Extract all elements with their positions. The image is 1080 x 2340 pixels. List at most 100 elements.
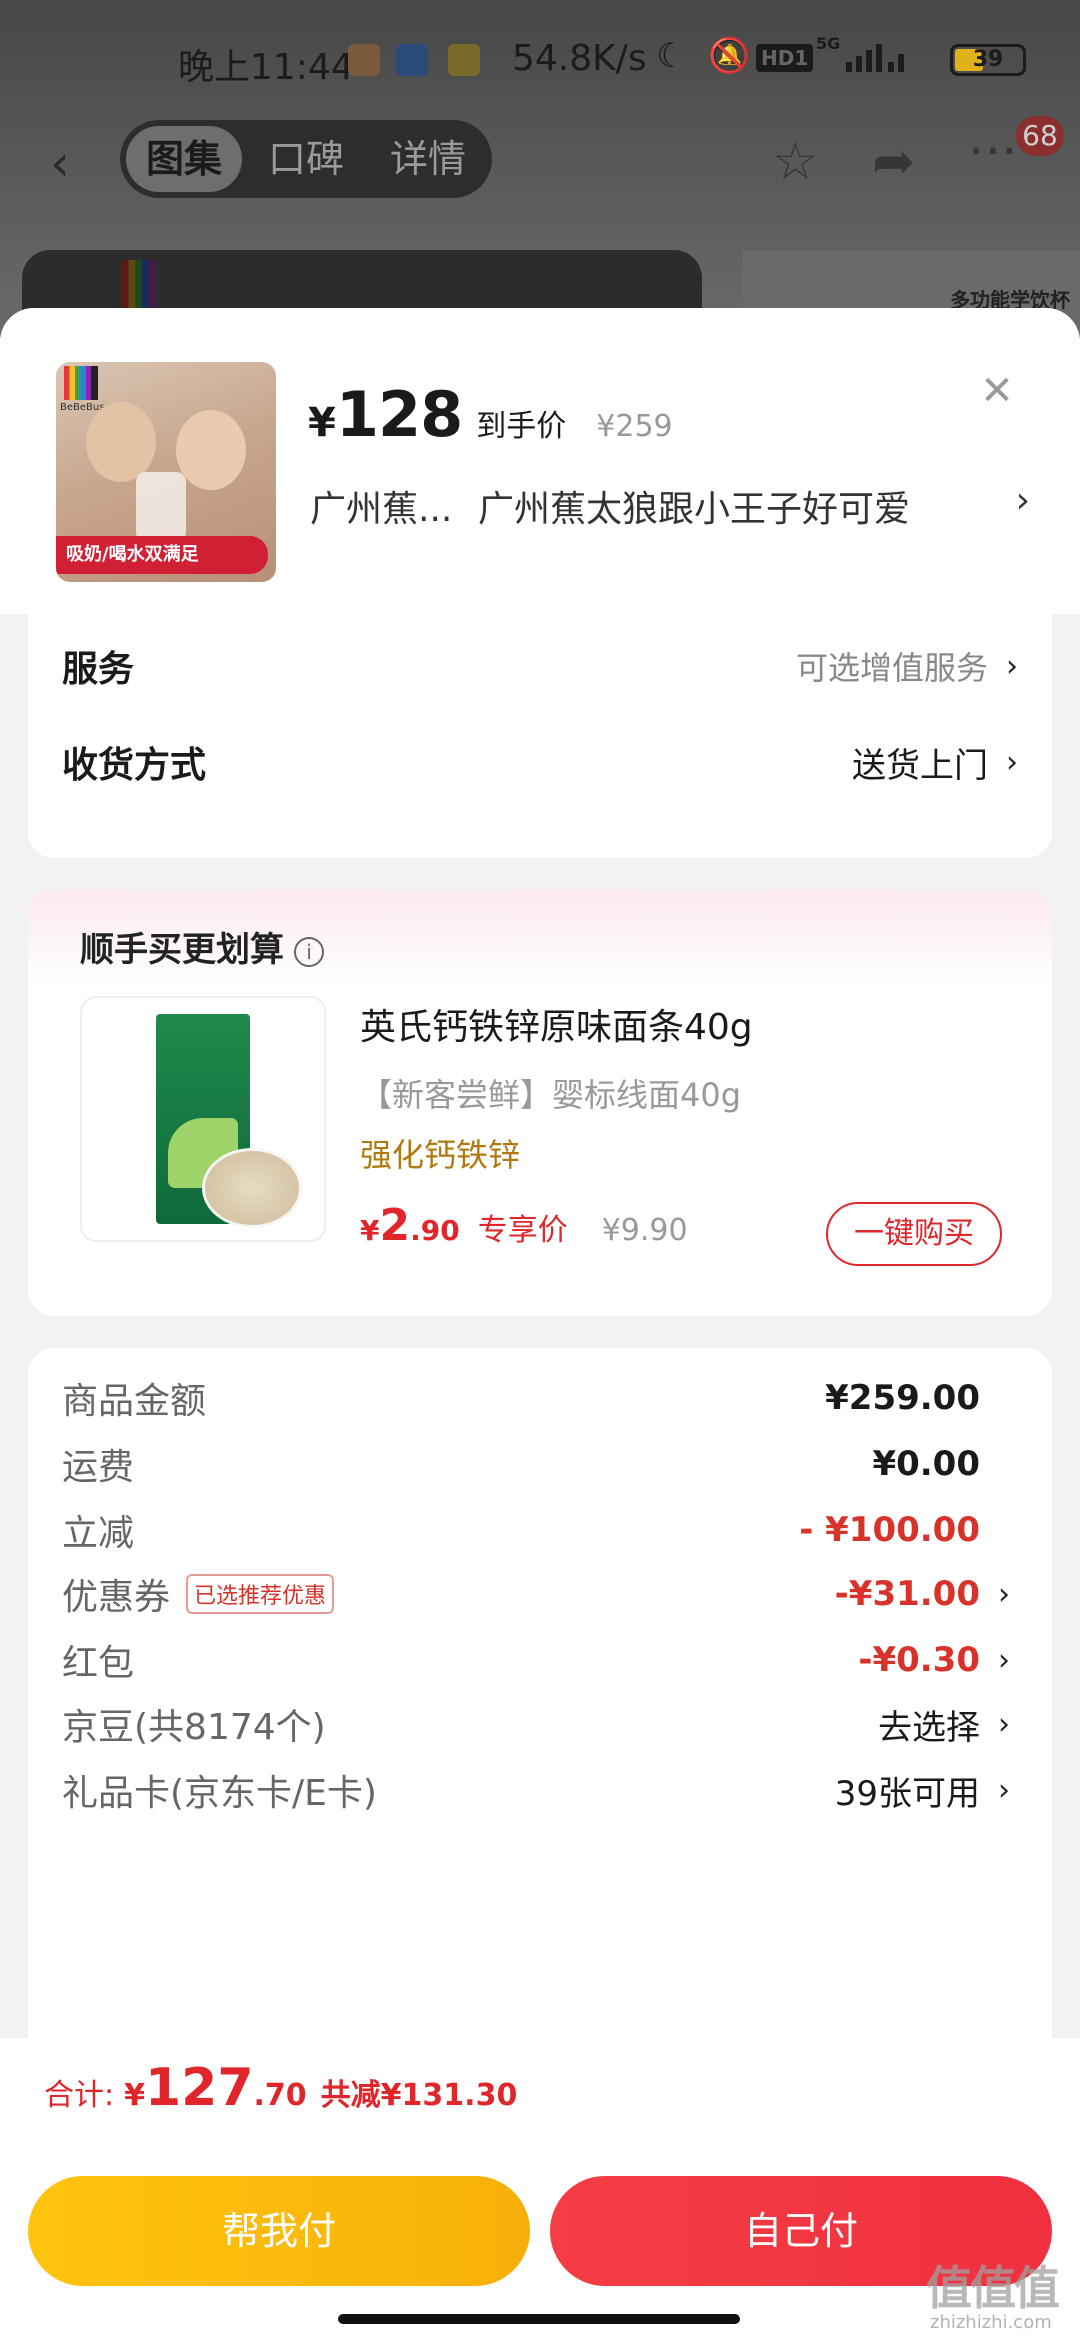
friend-pay-button[interactable]: 帮我付 (28, 2176, 530, 2286)
moon-icon: ☾ (656, 36, 687, 76)
network-type: 5G (816, 34, 841, 53)
upsell-price-int: 2 (379, 1200, 411, 1251)
red-packet-label: 红包 (62, 1643, 135, 1684)
status-bar: 晚上11:44 54.8K/s ☾ 🔕 HD1 5G 39 (0, 30, 1080, 94)
total-int: 127 (144, 2058, 254, 2118)
battery-level: 39 (972, 47, 1004, 72)
total-label: 合计: (44, 2078, 115, 2113)
total-row: 合计: ¥ 127 .70 共减¥131.30 (44, 2058, 517, 2118)
exclusive-price-label: 专享价 (477, 1213, 568, 1248)
more-icon[interactable]: ··· (968, 122, 1018, 182)
battery-icon: 39 (950, 44, 1026, 76)
upsell-title-text: 顺手买更划算 (80, 930, 284, 970)
upsell-item-image[interactable] (80, 996, 326, 1242)
checkout-footer: 合计: ¥ 127 .70 共减¥131.30 帮我付 自己付 值值值 zhiz… (0, 2038, 1080, 2340)
coupon-row[interactable]: 优惠券 已选推荐优惠 -¥31.00 › (62, 1564, 1018, 1624)
service-label: 服务 (62, 649, 135, 690)
address-row[interactable]: 广州蕉... 广州蕉太狼跟小王子好可爱 › (310, 480, 1030, 532)
jingdou-label: 京豆(共8174个) (62, 1707, 326, 1748)
options-card: 服务 可选增值服务 › 收货方式 送货上门 › (28, 614, 1052, 858)
discount-label: 立减 (62, 1513, 135, 1554)
chevron-right-icon: › (998, 1706, 1010, 1742)
delivery-value: 送货上门 (852, 745, 988, 786)
status-time: 晚上11:44 (178, 47, 354, 88)
address-short: 广州蕉... (310, 489, 453, 530)
original-price: ¥259 (596, 409, 673, 444)
goods-amount-value: ¥259.00 (825, 1378, 980, 1418)
tab-gallery[interactable]: 图集 (126, 126, 242, 192)
total-saved: 共减¥131.30 (320, 2078, 518, 2113)
mute-bell-icon: 🔕 (708, 36, 751, 76)
signal-icon (846, 44, 904, 72)
gift-card-row[interactable]: 礼品卡(京东卡/E卡) 39张可用 › (62, 1760, 1018, 1820)
delivery-row[interactable]: 收货方式 送货上门 › (62, 732, 1018, 792)
coupon-tag: 已选推荐优惠 (186, 1574, 335, 1614)
message-badge: 68 (1016, 116, 1064, 156)
red-packet-value: -¥0.30 (858, 1640, 980, 1680)
chevron-right-icon: › (1015, 480, 1030, 521)
goods-amount-row: 商品金额 ¥259.00 (62, 1368, 1018, 1428)
shipping-value: ¥0.00 (872, 1444, 980, 1484)
upsell-price: ¥ 2 .90 专享价 ¥9.90 (360, 1200, 688, 1251)
discount-value: - ¥100.00 (799, 1510, 980, 1550)
upsell-price-dec: .90 (410, 1214, 460, 1247)
one-click-buy-button[interactable]: 一键购买 (826, 1202, 1002, 1266)
chevron-right-icon: › (998, 1642, 1010, 1678)
chevron-right-icon: › (1006, 744, 1018, 780)
jingdou-row[interactable]: 京豆(共8174个) 去选择 › (62, 1694, 1018, 1754)
price-tag: 到手价 (476, 409, 567, 444)
tab-reviews[interactable]: 口碑 (248, 126, 364, 192)
upsell-price-currency: ¥ (360, 1214, 380, 1247)
total-currency: ¥ (124, 2078, 145, 2113)
fees-card: 商品金额 ¥259.00 运费 ¥0.00 立减 - ¥100.00 优惠券 已… (28, 1348, 1052, 2088)
top-nav: ‹ 图集 口碑 详情 ☆ ➦ ··· 68 (0, 116, 1080, 202)
upsell-card: 顺手买更划算 i 英氏钙铁锌原味面条40g 【新客尝鲜】婴标线面40g 强化钙铁锌… (28, 890, 1052, 1316)
home-indicator[interactable] (338, 2314, 740, 2324)
video-app-icon (396, 44, 428, 76)
back-icon[interactable]: ‹ (50, 134, 70, 192)
upsell-item-feature: 强化钙铁锌 (360, 1136, 521, 1174)
price-currency: ¥ (308, 400, 336, 446)
red-packet-row[interactable]: 红包 -¥0.30 › (62, 1630, 1018, 1690)
discount-row: 立减 - ¥100.00 (62, 1500, 1018, 1560)
watermark: 值值值 (926, 2261, 1060, 2315)
price-row: ¥ 128 到手价 ¥259 (308, 378, 673, 451)
chevron-right-icon: › (1006, 648, 1018, 684)
tab-details[interactable]: 详情 (370, 126, 486, 192)
service-row[interactable]: 服务 可选增值服务 › (62, 636, 1018, 696)
mail-icon (448, 44, 480, 76)
close-icon[interactable]: ✕ (972, 366, 1022, 416)
upsell-item-name[interactable]: 英氏钙铁锌原味面条40g (360, 998, 753, 1050)
delivery-label: 收货方式 (62, 745, 207, 786)
final-price: 128 (335, 378, 463, 451)
gift-card-label: 礼品卡(京东卡/E卡) (62, 1773, 377, 1814)
upsell-original-price: ¥9.90 (601, 1213, 688, 1248)
brand-logo-icon (64, 366, 98, 400)
thumb-ribbon: 吸奶/喝水双满足 (56, 536, 268, 574)
share-icon[interactable]: ➦ (872, 132, 916, 192)
watermark-url: zhizhizhi.com (930, 2312, 1052, 2333)
tab-group: 图集 口碑 详情 (120, 120, 492, 198)
chevron-right-icon: › (998, 1576, 1010, 1612)
upsell-item-subtitle: 【新客尝鲜】婴标线面40g (360, 1076, 742, 1114)
favorite-star-icon[interactable]: ☆ (772, 132, 819, 192)
hd-icon: HD1 (756, 44, 814, 72)
chevron-right-icon: › (998, 1772, 1010, 1808)
coupon-value: -¥31.00 (834, 1574, 980, 1614)
app-notification-icon (348, 44, 380, 76)
product-thumbnail: BeBeBus 吸奶/喝水双满足 (56, 362, 276, 582)
info-icon[interactable]: i (294, 936, 324, 967)
upsell-title: 顺手买更划算 i (80, 922, 324, 971)
goods-amount-label: 商品金额 (62, 1381, 207, 1422)
network-speed: 54.8K/s (512, 38, 647, 79)
total-dec: .70 (253, 2078, 307, 2113)
service-value: 可选增值服务 (795, 649, 988, 687)
jingdou-value: 去选择 (878, 1707, 980, 1748)
checkout-sheet: BeBeBus 吸奶/喝水双满足 ¥ 128 到手价 ¥259 ✕ 广州蕉...… (0, 308, 1080, 2340)
address-full: 广州蕉太狼跟小王子好可爱 (478, 489, 911, 530)
product-header: BeBeBus 吸奶/喝水双满足 ¥ 128 到手价 ¥259 ✕ 广州蕉...… (0, 308, 1080, 614)
gift-card-value: 39张可用 (834, 1773, 980, 1814)
coupon-label: 优惠券 (62, 1577, 171, 1618)
shipping-row: 运费 ¥0.00 (62, 1434, 1018, 1494)
shipping-label: 运费 (62, 1447, 135, 1488)
